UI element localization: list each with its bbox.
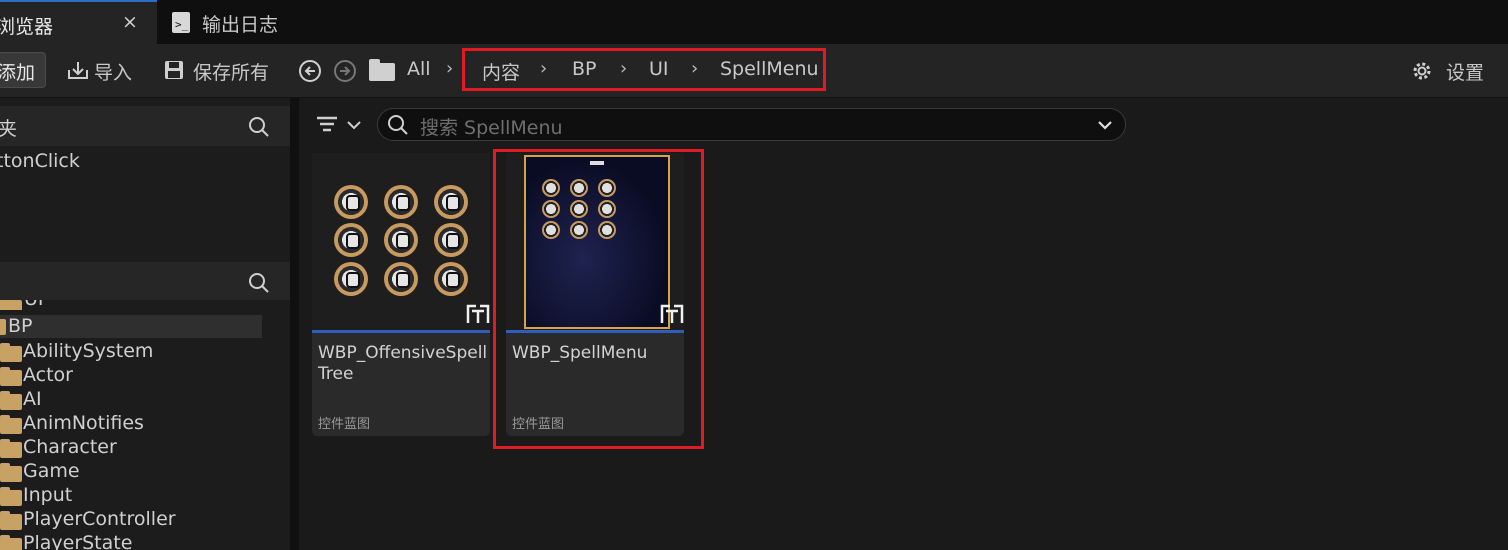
lock-icon: [384, 262, 418, 296]
folder-icon: [0, 367, 22, 386]
lock-icon: [434, 223, 468, 257]
tree-item-selected[interactable]: BP: [0, 315, 262, 338]
lock-icon: [434, 262, 468, 296]
breadcrumb-item[interactable]: BP: [572, 58, 597, 80]
asset-thumbnail: [312, 153, 490, 330]
folder-icon: [0, 511, 22, 530]
search-input[interactable]: 搜索 SpellMenu: [377, 108, 1126, 141]
save-all-button[interactable]: 保存所有: [163, 58, 275, 84]
folder-icon: [369, 59, 395, 81]
tree-item-label: BP: [8, 315, 33, 337]
breadcrumb-item[interactable]: SpellMenu: [720, 58, 819, 80]
lock-icon: [384, 185, 418, 219]
back-button[interactable]: [298, 59, 322, 83]
asset-highlight: [493, 149, 704, 449]
lock-icon: [334, 223, 368, 257]
lock-icon: [334, 262, 368, 296]
tab-label: 输出日志: [202, 14, 279, 36]
path-root-all[interactable]: All: [407, 58, 431, 80]
output-log-icon: >_: [172, 12, 190, 33]
favorites-item[interactable]: ttonClick: [0, 150, 80, 172]
asset-type: 控件蓝图: [318, 417, 371, 432]
tree-item[interactable]: Actor: [0, 364, 262, 388]
forward-arrow-icon: [334, 60, 356, 82]
tree-item[interactable]: Character: [0, 436, 262, 460]
widget-blueprint-icon: [466, 304, 490, 323]
breadcrumb: 内容 › BP › UI › SpellMenu: [482, 58, 822, 84]
tab-content-browser[interactable]: 浏览器 ×: [0, 0, 157, 44]
tab-output-log[interactable]: >_ 输出日志: [160, 0, 320, 44]
tree-header[interactable]: [0, 262, 290, 300]
close-icon[interactable]: ×: [122, 11, 138, 33]
search-icon: [388, 115, 408, 135]
asset-tile[interactable]: WBP_OffensiveSpellTree 控件蓝图: [312, 153, 490, 436]
settings-button[interactable]: 设置: [1410, 58, 1490, 84]
tab-label: 浏览器: [0, 16, 54, 38]
asset-type-bar: [312, 330, 490, 333]
import-icon: [68, 62, 88, 79]
breadcrumb-item[interactable]: UI: [649, 58, 669, 80]
tree-item[interactable]: AnimNotifies: [0, 412, 262, 436]
asset-name: WBP_OffensiveSpellTree: [318, 343, 488, 384]
lock-icon: [334, 185, 368, 219]
tree-item[interactable]: PlayerController: [0, 508, 262, 532]
folder-icon: [0, 535, 22, 550]
lock-icon: [434, 185, 468, 219]
settings-label: 设置: [1446, 62, 1485, 84]
chevron-right-icon: ›: [540, 58, 548, 79]
forward-button[interactable]: [333, 59, 357, 83]
tree-item-partial[interactable]: UI: [0, 300, 262, 310]
tree-item[interactable]: AbilitySystem: [0, 340, 262, 364]
tree-item[interactable]: PlayerState: [0, 532, 262, 550]
search-icon[interactable]: [247, 115, 271, 139]
breadcrumb-item[interactable]: 内容: [482, 58, 520, 85]
tree-item[interactable]: Game: [0, 460, 262, 484]
add-button[interactable]: 添加: [0, 52, 46, 88]
folder-icon: [0, 415, 22, 434]
save-icon: [165, 61, 183, 79]
save-all-label: 保存所有: [193, 62, 270, 84]
search-placeholder: 搜索 SpellMenu: [420, 117, 563, 139]
back-arrow-icon: [299, 60, 321, 82]
chevron-right-icon: ›: [446, 58, 454, 79]
chevron-right-icon: ›: [620, 58, 628, 79]
search-icon[interactable]: [247, 271, 271, 295]
folder-icon: [0, 343, 22, 362]
panel-splitter[interactable]: [290, 98, 299, 550]
filter-icon: [317, 116, 361, 132]
folder-open-icon: [0, 319, 6, 335]
add-button-label: 添加: [0, 62, 36, 84]
filter-button[interactable]: [315, 113, 365, 137]
folder-icon: [0, 300, 22, 310]
import-label: 导入: [94, 62, 133, 84]
tree-item[interactable]: Input: [0, 484, 262, 508]
tree-list: AbilitySystem Actor AI AnimNotifies Char…: [0, 338, 290, 550]
tree-item[interactable]: AI: [0, 388, 262, 412]
folder-icon: [0, 391, 22, 410]
chevron-right-icon: ›: [691, 58, 699, 79]
folder-icon: [0, 439, 22, 458]
chevron-down-icon[interactable]: [1096, 117, 1114, 133]
favorites-header[interactable]: 夹: [0, 106, 290, 146]
gear-icon: [1413, 62, 1431, 80]
lock-icon: [384, 223, 418, 257]
favorites-title: 夹: [0, 118, 18, 140]
import-button[interactable]: 导入: [66, 58, 138, 84]
folder-icon: [0, 463, 22, 482]
folder-icon: [0, 487, 22, 506]
